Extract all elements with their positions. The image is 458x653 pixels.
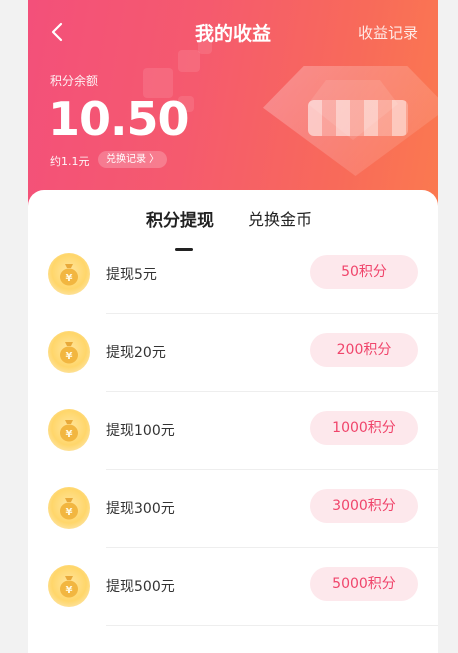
withdraw-option-label: 提现100元 bbox=[106, 423, 175, 439]
money-bag-icon: ¥ bbox=[48, 253, 90, 295]
decor-square bbox=[178, 50, 200, 72]
tab-bar: 积分提现 兑换金币 bbox=[28, 206, 438, 251]
svg-text:¥: ¥ bbox=[66, 507, 73, 518]
withdraw-option-label: 提现500元 bbox=[106, 579, 175, 595]
withdraw-points-button[interactable]: 5000积分 bbox=[310, 567, 418, 601]
tab-exchange-coins[interactable]: 兑换金币 bbox=[248, 206, 312, 230]
exchange-records-button[interactable]: 兑换记录 〉 bbox=[98, 151, 168, 168]
withdraw-option[interactable]: ¥ 提现100元 1000积分 bbox=[28, 392, 438, 470]
money-bag-icon: ¥ bbox=[48, 565, 90, 607]
svg-text:¥: ¥ bbox=[66, 585, 73, 596]
withdraw-option[interactable]: ¥ 提现5元 50积分 bbox=[28, 236, 438, 314]
money-bag-graphic: ¥ bbox=[60, 498, 78, 520]
withdraw-option-label: 提现5元 bbox=[106, 267, 157, 283]
svg-text:¥: ¥ bbox=[66, 273, 73, 284]
svg-text:¥: ¥ bbox=[66, 429, 73, 440]
withdraw-option[interactable]: ¥ 提现300元 3000积分 bbox=[28, 470, 438, 548]
money-bag-graphic: ¥ bbox=[60, 420, 78, 442]
money-bag-icon: ¥ bbox=[48, 487, 90, 529]
approx-value: 约1.1元 bbox=[50, 155, 90, 168]
withdraw-points-button[interactable]: 1000积分 bbox=[310, 411, 418, 445]
withdraw-points-button[interactable]: 50积分 bbox=[310, 255, 418, 289]
money-bag-icon: ¥ bbox=[48, 331, 90, 373]
money-bag-graphic: ¥ bbox=[60, 576, 78, 598]
withdraw-points-button[interactable]: 200积分 bbox=[310, 333, 418, 367]
earnings-records-link[interactable]: 收益记录 bbox=[358, 22, 418, 43]
withdraw-points-button[interactable]: 3000积分 bbox=[310, 489, 418, 523]
withdraw-option-label: 提现300元 bbox=[106, 501, 175, 517]
money-bag-graphic: ¥ bbox=[60, 264, 78, 286]
balance-value: 10.50 bbox=[48, 92, 190, 146]
divider bbox=[106, 625, 438, 626]
phone-screen: 我的收益 收益记录 积分余额 10.50 约1.1元 兑换记录 〉 积分提现 兑… bbox=[28, 0, 438, 653]
tab-points-withdraw[interactable]: 积分提现 bbox=[146, 206, 214, 231]
svg-text:¥: ¥ bbox=[66, 351, 73, 362]
withdraw-option[interactable]: ¥ 提现20元 200积分 bbox=[28, 314, 438, 392]
money-bag-icon: ¥ bbox=[48, 409, 90, 451]
balance-label: 积分余额 bbox=[50, 74, 99, 88]
blurred-content bbox=[308, 100, 408, 136]
withdraw-option-label: 提现20元 bbox=[106, 345, 166, 361]
withdraw-option[interactable]: ¥ 提现500元 5000积分 bbox=[28, 548, 438, 626]
money-bag-graphic: ¥ bbox=[60, 342, 78, 364]
content-card: 积分提现 兑换金币 ¥ 提现5元 50积分 ¥ 提现20元 200积分 ¥ 提现… bbox=[28, 190, 438, 653]
